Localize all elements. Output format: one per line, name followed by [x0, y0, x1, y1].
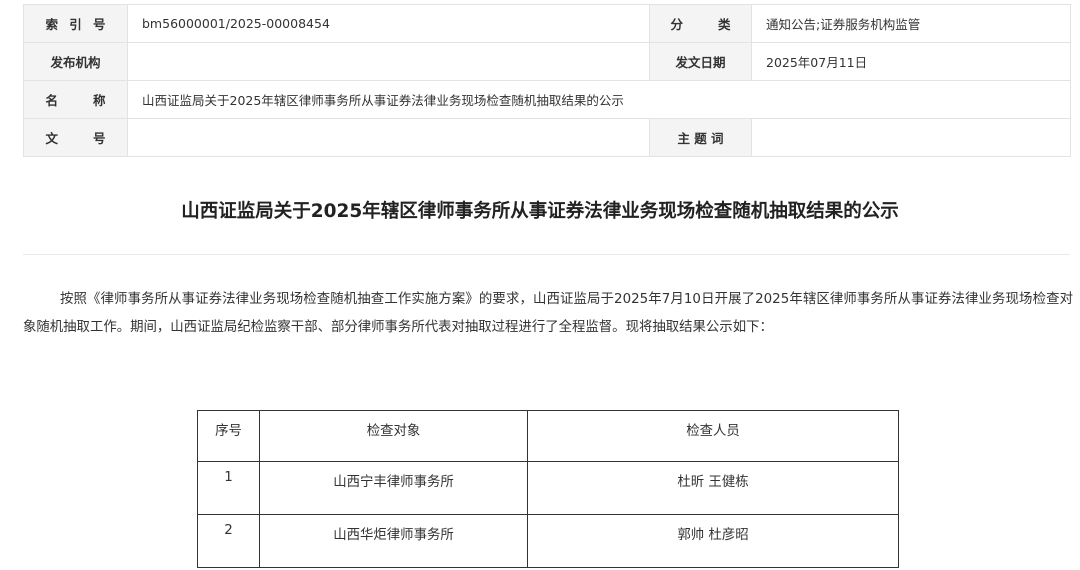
metadata-row-index: 索引号 bm56000001/2025-00008454 分类 通知公告;证券服… — [23, 4, 1071, 43]
row-seq: 1 — [197, 461, 260, 515]
issuer-label: 发布机构 — [50, 55, 101, 70]
row-inspectors: 杜昕 王健栋 — [527, 461, 899, 515]
category-label-cell: 分类 — [649, 4, 752, 43]
result-table: 序号 检查对象 检查人员 1 山西宁丰律师事务所 杜昕 王健栋 2 山西华炬律师… — [197, 410, 899, 568]
metadata-row-issuer: 发布机构 发文日期 2025年07月11日 — [23, 42, 1071, 81]
result-header-row: 序号 检查对象 检查人员 — [197, 410, 899, 462]
category-label: 分类 — [670, 17, 731, 32]
date-label-cell: 发文日期 — [649, 42, 752, 81]
name-value: 山西证监局关于2025年辖区律师事务所从事证券法律业务现场检查随机抽取结果的公示 — [127, 80, 1071, 119]
date-label: 发文日期 — [675, 55, 726, 70]
docno-label-cell: 文号 — [23, 118, 128, 157]
table-row: 1 山西宁丰律师事务所 杜昕 王健栋 — [197, 461, 899, 515]
header-target: 检查对象 — [259, 410, 528, 462]
docno-value — [127, 118, 650, 157]
table-row: 2 山西华炬律师事务所 郭帅 杜彦昭 — [197, 514, 899, 568]
keyword-value — [751, 118, 1071, 157]
row-seq: 2 — [197, 514, 260, 568]
name-label: 名称 — [45, 93, 106, 108]
metadata-row-name: 名称 山西证监局关于2025年辖区律师事务所从事证券法律业务现场检查随机抽取结果… — [23, 80, 1071, 119]
name-label-cell: 名称 — [23, 80, 128, 119]
index-label-cell: 索引号 — [23, 4, 128, 43]
issuer-label-cell: 发布机构 — [23, 42, 128, 81]
docno-label: 文号 — [45, 131, 106, 146]
index-value: bm56000001/2025-00008454 — [127, 4, 650, 43]
row-inspectors: 郭帅 杜彦昭 — [527, 514, 899, 568]
keyword-label: 主题词 — [677, 131, 724, 146]
index-label: 索引号 — [45, 17, 106, 32]
keyword-label-cell: 主题词 — [649, 118, 752, 157]
row-target: 山西华炬律师事务所 — [259, 514, 528, 568]
article-paragraph: 按照《律师事务所从事证券法律业务现场检查随机抽查工作实施方案》的要求，山西证监局… — [23, 292, 1073, 335]
metadata-row-docno: 文号 主题词 — [23, 118, 1071, 157]
header-seq: 序号 — [197, 410, 260, 462]
issuer-value — [127, 42, 650, 81]
row-target: 山西宁丰律师事务所 — [259, 461, 528, 515]
category-value: 通知公告;证券服务机构监管 — [751, 4, 1071, 43]
header-inspectors: 检查人员 — [527, 410, 899, 462]
metadata-table: 索引号 bm56000001/2025-00008454 分类 通知公告;证券服… — [23, 4, 1071, 157]
date-value: 2025年07月11日 — [751, 42, 1071, 81]
article-title: 山西证监局关于2025年辖区律师事务所从事证券法律业务现场检查随机抽取结果的公示 — [181, 201, 899, 222]
title-divider — [23, 254, 1070, 255]
